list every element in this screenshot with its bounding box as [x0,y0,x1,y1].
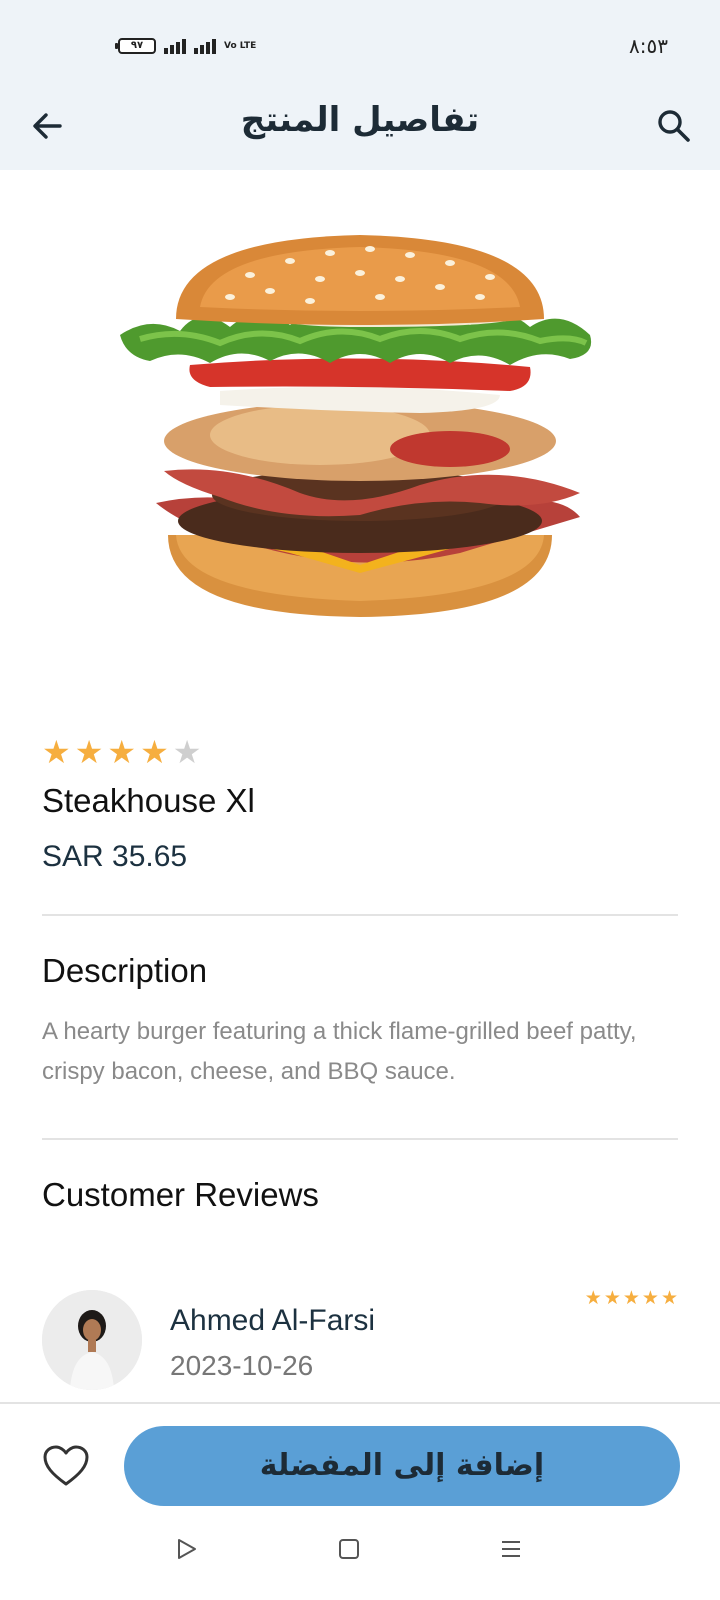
star-icon: ★ [660,1287,678,1309]
reviewer-name: Ahmed Al-Farsi [170,1304,376,1337]
divider [42,914,678,916]
back-triangle-icon[interactable] [176,1538,198,1564]
star-icon: ★ [74,733,104,771]
star-icon: ★ [140,733,169,771]
description-text: A hearty burger featuring a thick flame-… [42,1018,637,1085]
divider [42,1138,678,1140]
product-image [0,170,720,700]
status-time: ٨:٥٣ [629,34,668,58]
signal-icon-2 [194,38,216,54]
star-icon: ★ [42,733,71,771]
review-date: 2023-10-26 [170,1350,314,1381]
product-price: SAR 35.65 [42,840,188,873]
menu-lines-icon[interactable] [500,1538,522,1564]
volte-icon: Vo LTE [224,41,257,51]
description-title: Description [42,952,208,989]
heart-outline-icon[interactable] [42,1444,90,1488]
star-icon: ★ [603,1287,621,1309]
review-rating: ★ ★ ★ ★ ★ [585,1288,678,1308]
star-icon: ★ [584,1287,602,1309]
product-name: Steakhouse Xl [42,782,255,819]
reviews-title: Customer Reviews [42,1176,319,1213]
star-icon: ★ [641,1287,659,1309]
star-empty-icon: ★ [172,733,202,771]
signal-icon [164,38,186,54]
home-square-icon[interactable] [338,1538,360,1564]
battery-icon: ٩٧ [115,38,156,54]
page-title: تفاصيل المنتج [240,100,480,140]
bottom-action-bar: إضافة إلى المفضلة [0,1402,720,1600]
status-bar: ٩٧ Vo LTE ٨:٥٣ [0,0,720,90]
review-item: Ahmed Al-Farsi 2023-10-26 ★ ★ ★ ★ ★ [42,1288,678,1390]
app-bar: تفاصيل المنتج [0,90,720,170]
star-icon: ★ [107,733,137,771]
status-icons: ٩٧ Vo LTE [115,38,257,54]
add-to-favorites-button[interactable]: إضافة إلى المفضلة [124,1426,680,1506]
avatar [42,1290,142,1390]
product-rating: ★ ★ ★ ★ ★ [42,736,201,768]
search-icon[interactable] [654,106,694,146]
burger-image [120,235,592,617]
star-icon: ★ [622,1287,640,1309]
